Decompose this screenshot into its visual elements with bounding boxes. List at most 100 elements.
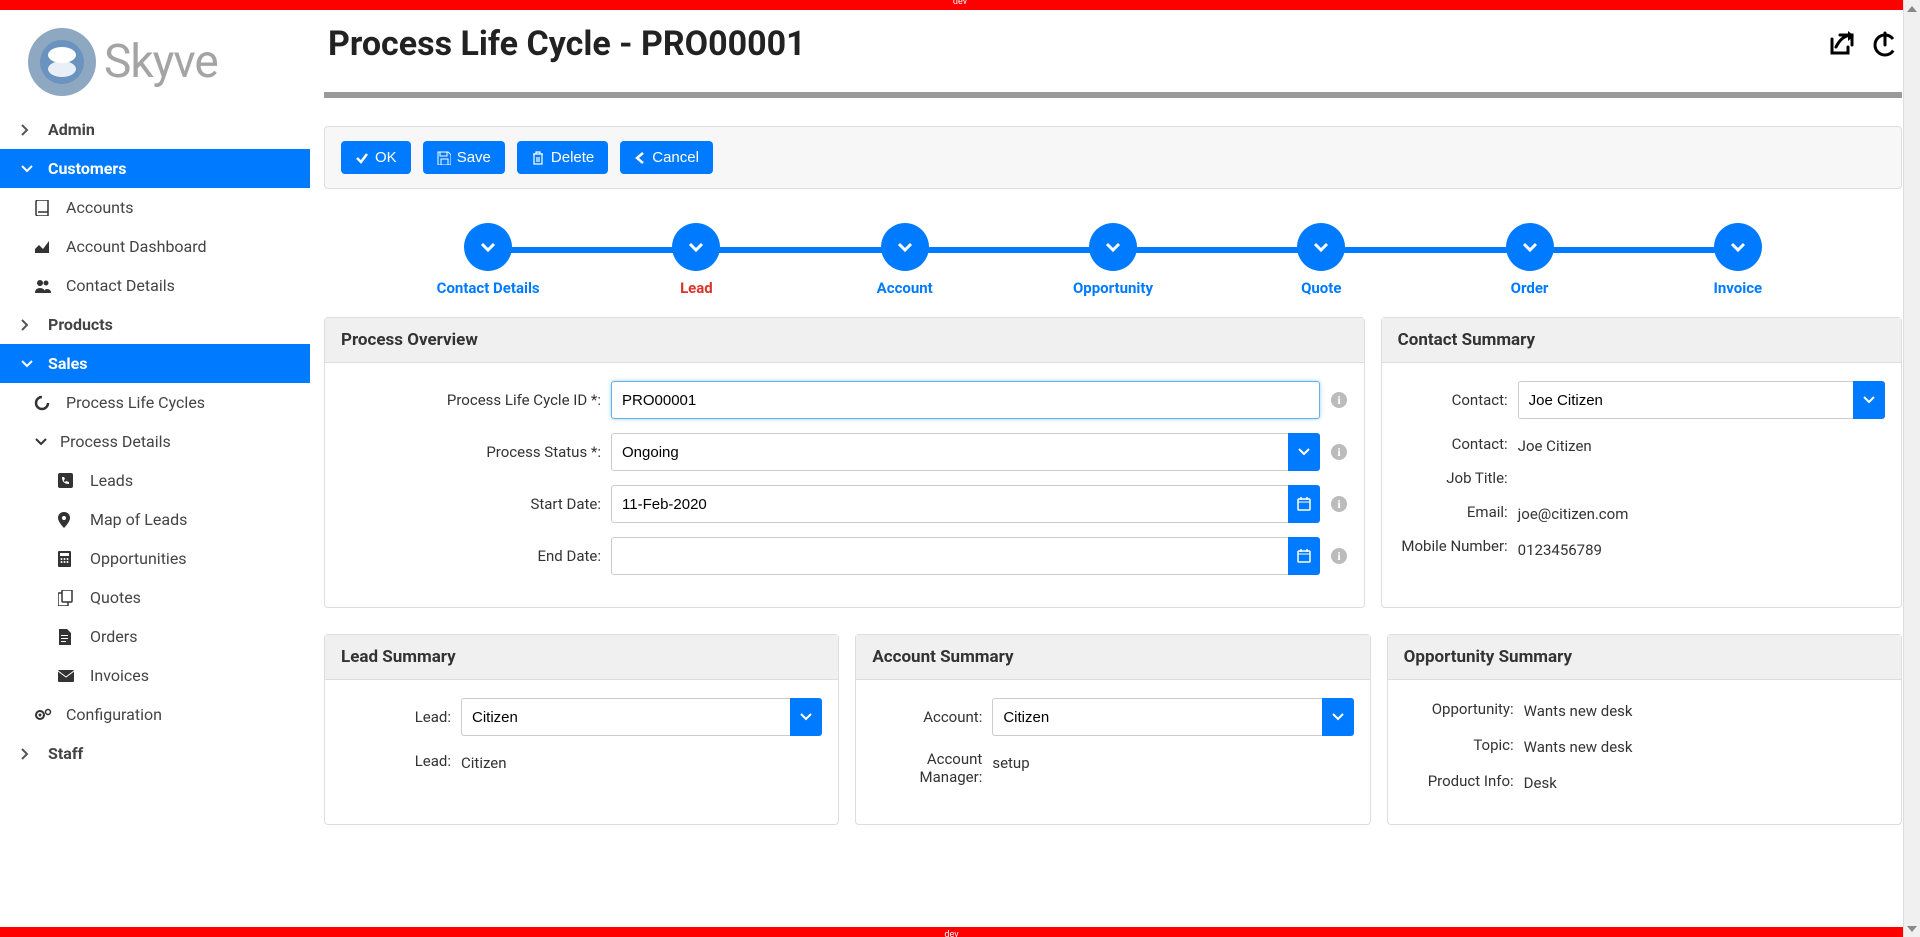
dropdown-toggle[interactable]: [790, 698, 822, 736]
start-date-input[interactable]: [611, 485, 1288, 523]
sidebar-label-account-dashboard: Account Dashboard: [66, 237, 207, 256]
sidebar-label-invoices: Invoices: [90, 666, 149, 685]
process-stepper: Contact Details Lead Account Opportunity: [324, 205, 1902, 305]
step-account[interactable]: Account: [801, 223, 1009, 297]
page-title: Process Life Cycle - PRO00001: [328, 24, 806, 64]
delete-button[interactable]: Delete: [517, 141, 608, 174]
action-toolbar: OK Save Delete Cancel: [324, 126, 1902, 189]
sidebar-item-configuration[interactable]: Configuration: [14, 695, 310, 734]
sidebar-item-process-life-cycles[interactable]: Process Life Cycles: [14, 383, 310, 422]
dropdown-toggle[interactable]: [1322, 698, 1354, 736]
chevron-down-icon: [1521, 238, 1539, 256]
info-icon[interactable]: i: [1330, 391, 1348, 409]
sidebar-item-invoices[interactable]: Invoices: [24, 656, 310, 695]
sidebar-item-leads[interactable]: Leads: [24, 461, 310, 500]
chevron-down-icon: [34, 437, 48, 447]
step-contact-details[interactable]: Contact Details: [384, 223, 592, 297]
account-select[interactable]: [992, 698, 1321, 736]
opportunity-value: Wants new desk: [1524, 698, 1633, 720]
header-divider: [324, 92, 1902, 98]
info-icon[interactable]: i: [1330, 443, 1348, 461]
sidebar-label-products: Products: [48, 315, 113, 334]
sidebar-section-staff[interactable]: Staff: [0, 734, 310, 773]
process-status-select[interactable]: [611, 433, 1288, 471]
contact-value: Joe Citizen: [1518, 433, 1592, 455]
cancel-button[interactable]: Cancel: [620, 141, 713, 174]
brand-name: Skyve: [104, 35, 218, 89]
brand-logo[interactable]: Skyve: [0, 10, 310, 110]
save-button[interactable]: Save: [423, 141, 505, 174]
step-label: Lead: [680, 279, 713, 297]
info-icon[interactable]: i: [1330, 547, 1348, 565]
form-label: Contact:: [1398, 435, 1508, 453]
sidebar-section-admin[interactable]: Admin: [0, 110, 310, 149]
contact-select[interactable]: [1518, 381, 1853, 419]
panel-heading: Contact Summary: [1382, 318, 1901, 363]
chevron-down-icon: [1729, 238, 1747, 256]
chevron-down-icon: [1104, 238, 1122, 256]
lead-summary-panel: Lead Summary Lead: Lead: Citizen: [324, 634, 839, 825]
sidebar-item-quotes[interactable]: Quotes: [24, 578, 310, 617]
sidebar-label-contact-details: Contact Details: [66, 276, 175, 295]
product-info-value: Desk: [1524, 770, 1557, 792]
sidebar-label-configuration: Configuration: [66, 705, 162, 724]
calendar-button[interactable]: [1288, 485, 1320, 523]
form-label: Lead:: [341, 752, 451, 770]
sidebar-label-admin: Admin: [48, 120, 95, 139]
share-icon[interactable]: [1828, 31, 1854, 57]
step-invoice[interactable]: Invoice: [1634, 223, 1842, 297]
skyve-logo-icon: [28, 28, 96, 96]
sidebar-item-account-dashboard[interactable]: Account Dashboard: [14, 227, 310, 266]
cancel-label: Cancel: [652, 149, 699, 166]
step-quote[interactable]: Quote: [1217, 223, 1425, 297]
step-lead[interactable]: Lead: [592, 223, 800, 297]
ok-button[interactable]: OK: [341, 141, 411, 174]
sidebar-item-orders[interactable]: Orders: [24, 617, 310, 656]
sidebar-item-process-details[interactable]: Process Details: [14, 422, 310, 461]
sidebar-label-customers: Customers: [48, 159, 126, 178]
step-label: Opportunity: [1073, 279, 1153, 297]
dropdown-toggle[interactable]: [1288, 433, 1320, 471]
sidebar-section-customers[interactable]: Customers: [0, 149, 310, 188]
sidebar-item-map-of-leads[interactable]: Map of Leads: [24, 500, 310, 539]
lead-value: Citizen: [461, 750, 507, 772]
lead-select[interactable]: [461, 698, 790, 736]
vertical-scrollbar[interactable]: [1903, 0, 1920, 937]
panel-heading: Account Summary: [856, 635, 1369, 680]
sidebar-item-opportunities[interactable]: Opportunities: [24, 539, 310, 578]
info-icon[interactable]: i: [1330, 495, 1348, 513]
calendar-button[interactable]: [1288, 537, 1320, 575]
sidebar-item-contact-details[interactable]: Contact Details: [14, 266, 310, 305]
form-label: Mobile Number:: [1398, 537, 1508, 555]
step-opportunity[interactable]: Opportunity: [1009, 223, 1217, 297]
chevron-right-icon: [20, 747, 36, 761]
trash-icon: [531, 151, 545, 165]
dropdown-toggle[interactable]: [1853, 381, 1885, 419]
form-label: Product Info:: [1404, 772, 1514, 790]
end-date-input[interactable]: [611, 537, 1288, 575]
topic-value: Wants new desk: [1524, 734, 1633, 756]
step-order[interactable]: Order: [1425, 223, 1633, 297]
form-label: Topic:: [1404, 736, 1514, 754]
calculator-icon: [58, 551, 78, 567]
form-label: Contact:: [1398, 391, 1508, 409]
sidebar-label-process-details: Process Details: [60, 432, 171, 451]
sidebar-section-sales[interactable]: Sales: [0, 344, 310, 383]
panel-heading: Process Overview: [325, 318, 1364, 363]
sidebar-item-accounts[interactable]: Accounts: [14, 188, 310, 227]
save-icon: [437, 151, 451, 165]
scroll-down-icon[interactable]: [1905, 920, 1920, 937]
scroll-up-icon[interactable]: [1905, 0, 1920, 17]
form-label: Lead:: [341, 708, 451, 726]
map-marker-icon: [58, 512, 78, 528]
process-overview-panel: Process Overview Process Life Cycle ID *…: [324, 317, 1365, 608]
dev-tag: dev: [938, 930, 964, 937]
form-label: Account Manager:: [872, 750, 982, 786]
chevron-down-icon: [1312, 238, 1330, 256]
process-id-input[interactable]: [611, 381, 1320, 419]
sidebar-section-products[interactable]: Products: [0, 305, 310, 344]
account-manager-value: setup: [992, 750, 1029, 772]
chevron-left-icon: [634, 151, 646, 165]
mobile-value: 0123456789: [1518, 537, 1602, 559]
power-icon[interactable]: [1872, 31, 1898, 57]
